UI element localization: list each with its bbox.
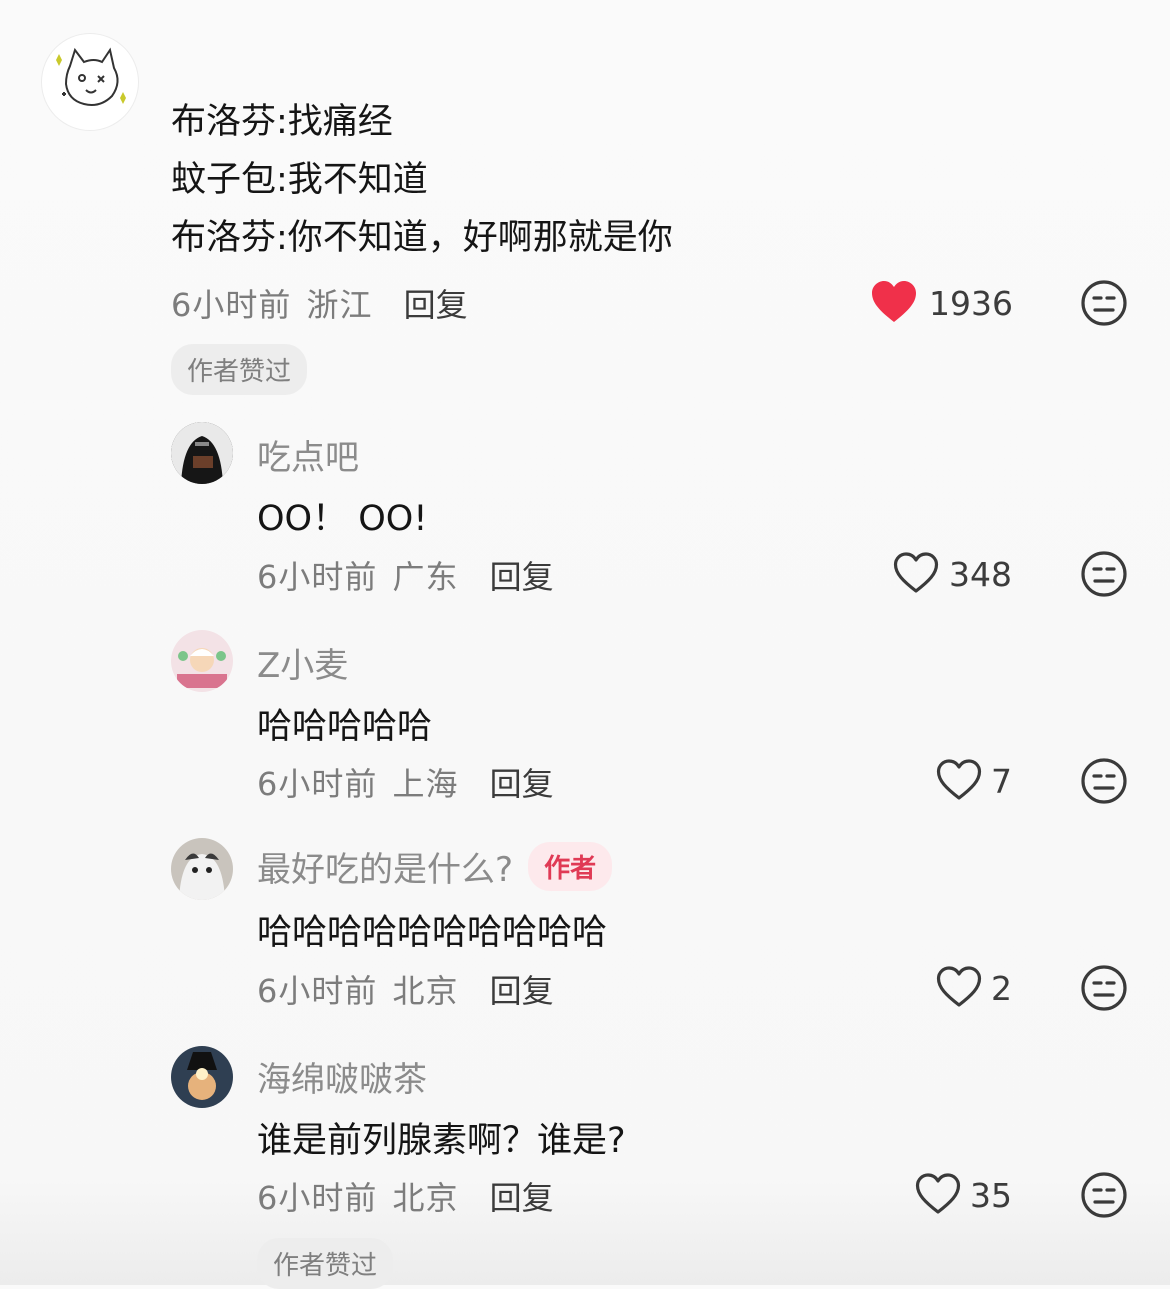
more-button[interactable] bbox=[1080, 964, 1128, 1016]
comment-text-line: 蚊子包:我不知道 bbox=[171, 160, 428, 200]
reply-meta: 6小时前 北京 回复 bbox=[257, 1173, 554, 1219]
avatar-photo bbox=[171, 630, 233, 692]
heart-outline-icon bbox=[893, 552, 939, 593]
reply-location: 北京 bbox=[392, 972, 459, 1010]
face-neutral-icon bbox=[1081, 965, 1127, 1011]
reply-location: 广东 bbox=[392, 558, 459, 596]
reply-location: 上海 bbox=[392, 765, 459, 803]
comment-text-line: 布洛芬:找痛经 bbox=[171, 102, 393, 142]
more-button[interactable] bbox=[1080, 1171, 1128, 1223]
like-button[interactable] bbox=[892, 551, 940, 599]
author-tag: 作者 bbox=[528, 842, 613, 891]
like-button[interactable] bbox=[935, 965, 983, 1013]
heart-outline-icon bbox=[936, 966, 982, 1007]
like-count: 1936 bbox=[929, 284, 1013, 323]
comment-location: 浙江 bbox=[306, 286, 373, 324]
reply-text: 哈哈哈哈哈 bbox=[257, 707, 433, 747]
reply-username[interactable]: 吃点吧 bbox=[257, 430, 359, 479]
like-count: 35 bbox=[970, 1176, 1012, 1215]
author-liked-badge: 作者赞过 bbox=[257, 1238, 394, 1289]
reply-meta: 6小时前 广东 回复 bbox=[257, 552, 554, 598]
more-button[interactable] bbox=[1080, 279, 1128, 331]
reply-text: 哈哈哈哈哈哈哈哈哈哈 bbox=[257, 913, 608, 953]
reply-username[interactable]: 最好吃的是什么? bbox=[257, 850, 513, 890]
reply-location: 北京 bbox=[392, 1179, 459, 1217]
author-liked-badge: 作者赞过 bbox=[171, 344, 308, 395]
more-button[interactable] bbox=[1080, 757, 1128, 809]
avatar-photo bbox=[171, 422, 233, 484]
reply-meta: 6小时前 上海 回复 bbox=[257, 759, 554, 805]
reply-time: 6小时前 bbox=[257, 1179, 378, 1217]
avatar-photo bbox=[171, 838, 233, 900]
reply-button[interactable]: 回复 bbox=[490, 972, 554, 1010]
reply-button[interactable]: 回复 bbox=[490, 765, 554, 803]
like-button[interactable] bbox=[935, 758, 983, 806]
avatar[interactable] bbox=[171, 422, 233, 484]
heart-outline-icon bbox=[936, 759, 982, 800]
reply-time: 6小时前 bbox=[257, 765, 378, 803]
reply-time: 6小时前 bbox=[257, 558, 378, 596]
reply-meta: 6小时前 北京 回复 bbox=[257, 966, 554, 1012]
more-button[interactable] bbox=[1080, 550, 1128, 602]
reply-username[interactable]: Z小麦 bbox=[257, 638, 348, 687]
heart-icon bbox=[872, 281, 916, 322]
like-count: 2 bbox=[991, 969, 1012, 1008]
avatar[interactable] bbox=[171, 630, 233, 692]
avatar-photo bbox=[171, 1046, 233, 1108]
comment-time: 6小时前 bbox=[171, 286, 292, 324]
reply-button[interactable]: 回复 bbox=[490, 558, 554, 596]
face-neutral-icon bbox=[1081, 280, 1127, 326]
avatar[interactable] bbox=[171, 838, 233, 900]
heart-outline-icon bbox=[915, 1173, 961, 1214]
face-neutral-icon bbox=[1081, 758, 1127, 804]
reply-time: 6小时前 bbox=[257, 972, 378, 1010]
reply-text: OO！ OO! bbox=[257, 499, 428, 539]
like-button[interactable] bbox=[914, 1172, 962, 1220]
comment-text-line: 布洛芬:你不知道，好啊那就是你 bbox=[171, 218, 673, 258]
reply-text: 谁是前列腺素啊？谁是? bbox=[257, 1121, 626, 1161]
avatar[interactable] bbox=[171, 1046, 233, 1108]
face-neutral-icon bbox=[1081, 551, 1127, 597]
like-count: 7 bbox=[991, 762, 1012, 801]
cat-doodle-icon bbox=[56, 47, 126, 106]
like-count: 348 bbox=[949, 555, 1012, 594]
face-neutral-icon bbox=[1081, 1172, 1127, 1218]
comment-meta: 6小时前 浙江 回复 bbox=[171, 280, 468, 326]
like-button[interactable] bbox=[870, 280, 918, 328]
reply-button[interactable]: 回复 bbox=[490, 1179, 554, 1217]
reply-button[interactable]: 回复 bbox=[404, 286, 468, 324]
reply-header: 最好吃的是什么? 作者 bbox=[257, 842, 613, 891]
reply-username[interactable]: 海绵啵啵茶 bbox=[257, 1052, 427, 1101]
root-avatar[interactable] bbox=[42, 34, 138, 130]
